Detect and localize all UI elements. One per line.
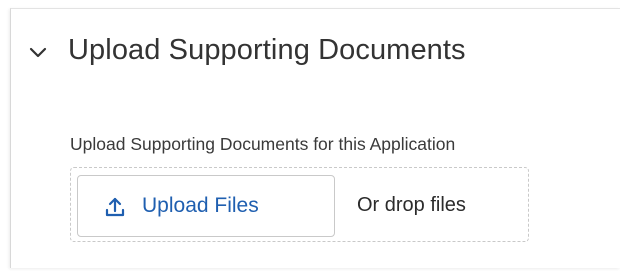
chevron-down-icon[interactable] xyxy=(28,43,48,63)
drop-files-text: Or drop files xyxy=(357,194,466,216)
upload-field-label: Upload Supporting Documents for this App… xyxy=(70,134,456,154)
upload-icon xyxy=(104,196,126,218)
section-title: Upload Supporting Documents xyxy=(68,34,466,66)
section-header-toggle[interactable]: Upload Supporting Documents xyxy=(11,27,611,81)
upload-files-button[interactable]: Upload Files xyxy=(77,175,335,237)
upload-files-label: Upload Files xyxy=(142,194,259,217)
file-drop-zone[interactable]: Upload Files Or drop files xyxy=(70,167,529,242)
upload-documents-card: Upload Supporting Documents Upload Suppo… xyxy=(10,8,620,268)
